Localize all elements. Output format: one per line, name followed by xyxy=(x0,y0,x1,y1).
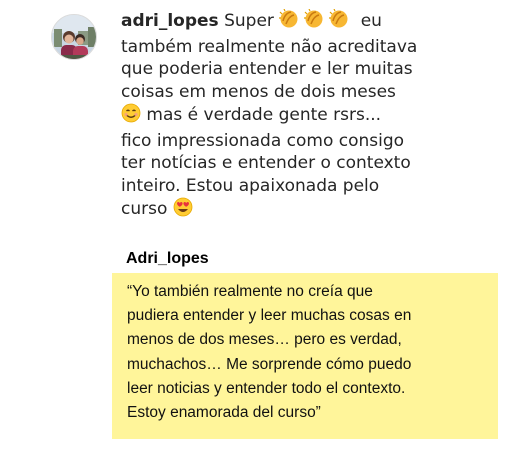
translation-text: “Yo también realmente no creía que pudie… xyxy=(127,280,411,425)
comment-text: eu xyxy=(360,11,382,31)
avatar[interactable] xyxy=(51,14,97,60)
comment-line-7: ter notícias e entender o contexto xyxy=(121,153,411,173)
comment-line-9: curso xyxy=(121,197,421,224)
comment-text: curso xyxy=(121,199,168,219)
comment-line-4: coisas em menos de dois meses xyxy=(121,81,396,102)
comment-line-3: que poderia entender e ler muitas xyxy=(121,59,413,79)
comment-username[interactable]: adri_lopes xyxy=(121,11,219,31)
comment-line-8: inteiro. Estou apaixonada pelo xyxy=(121,175,380,196)
translation-line: menos de dos meses… pero es verdad, xyxy=(127,331,402,349)
comment-line-5: mas é verdade gente rsrs... xyxy=(121,103,421,130)
comment-line-2: também realmente não acreditava xyxy=(121,36,418,57)
translation-username: Adri_lopes xyxy=(126,250,209,267)
heart-eyes-icon xyxy=(173,197,193,224)
comment-line-6: fico impressionada como consigo xyxy=(121,130,405,151)
smiling-face-icon xyxy=(121,103,141,130)
avatar-photo xyxy=(52,15,96,59)
translation-line: muchachos… Me sorprende cómo puedo xyxy=(127,355,412,373)
comment-body: adri_lopes Super eu também realmente não… xyxy=(121,8,421,224)
clapping-hands-icon xyxy=(279,8,355,36)
translation-line: “Yo también realmente no creía que xyxy=(127,283,373,300)
comment-text: Super xyxy=(224,11,274,31)
translation-line: leer noticias y entender todo el context… xyxy=(127,379,406,397)
comment-text: mas é verdade gente rsrs... xyxy=(146,105,382,125)
translation-line: Estoy enamorada del curso” xyxy=(127,404,321,422)
translation-line: pudiera entender y leer muchas cosas en xyxy=(127,307,412,325)
comment-line-1: adri_lopes Super eu xyxy=(121,8,421,36)
